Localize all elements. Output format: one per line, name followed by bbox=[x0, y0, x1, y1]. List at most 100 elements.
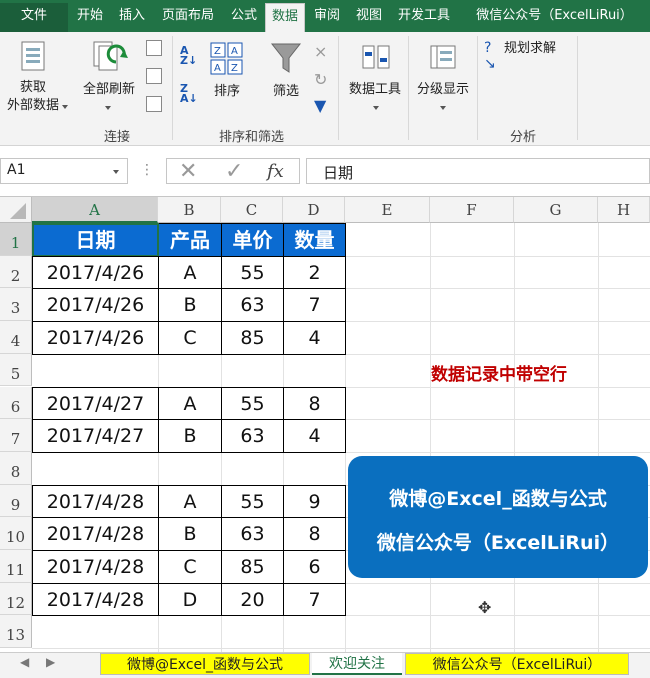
tab-insert[interactable]: 插入 bbox=[112, 3, 152, 32]
row-header-3[interactable]: 3 bbox=[0, 288, 32, 322]
outline-button[interactable]: 分级显示 bbox=[410, 82, 476, 98]
column-header-d[interactable]: D bbox=[283, 197, 345, 223]
column-header-e[interactable]: E bbox=[345, 197, 430, 223]
sort-za-icon[interactable]: Z A↓ bbox=[180, 83, 202, 106]
advanced-filter-icon[interactable]: ▼ bbox=[314, 96, 334, 116]
table-cell[interactable]: 2017/4/26 bbox=[32, 288, 159, 323]
column-header-f[interactable]: F bbox=[430, 197, 514, 223]
table-cell[interactable]: 2017/4/28 bbox=[32, 517, 159, 551]
table-cell[interactable]: 63 bbox=[221, 419, 284, 453]
tab-home[interactable]: 开始 bbox=[70, 3, 110, 32]
table-cell[interactable]: 2017/4/28 bbox=[32, 484, 159, 519]
table-cell[interactable]: 9 bbox=[283, 484, 346, 519]
row-header-1[interactable]: 1 bbox=[0, 223, 32, 256]
row-header-9[interactable]: 9 bbox=[0, 484, 32, 518]
table-cell[interactable]: 55 bbox=[221, 255, 284, 290]
reapply-filter-icon[interactable]: ↻ bbox=[314, 70, 334, 90]
tab-view[interactable]: 视图 bbox=[349, 3, 389, 32]
table-cell[interactable]: 4 bbox=[283, 419, 346, 453]
table-cell[interactable]: A bbox=[158, 255, 222, 290]
cancel-icon[interactable]: ✕ bbox=[179, 159, 197, 184]
scroll-left-icon[interactable]: ◀ bbox=[20, 655, 29, 669]
insert-function-icon[interactable]: fx bbox=[267, 161, 284, 182]
solver-button[interactable]: 规划求解 bbox=[504, 41, 574, 57]
sheet-tab-wechat[interactable]: 微信公众号（ExcelLiRui） bbox=[405, 653, 629, 675]
table-cell[interactable]: A bbox=[158, 484, 222, 519]
table-cell[interactable]: 8 bbox=[283, 517, 346, 551]
chevron-down-icon[interactable] bbox=[440, 106, 446, 110]
tab-file[interactable]: 文件 bbox=[0, 3, 68, 32]
table-cell[interactable]: 55 bbox=[221, 386, 284, 421]
table-cell[interactable]: 2017/4/26 bbox=[32, 255, 159, 290]
select-all-button[interactable] bbox=[0, 197, 32, 223]
tab-page-layout[interactable]: 页面布局 bbox=[154, 3, 222, 32]
chevron-down-icon[interactable] bbox=[373, 106, 379, 110]
tab-developer[interactable]: 开发工具 bbox=[391, 3, 457, 32]
column-header-a[interactable]: A bbox=[32, 197, 158, 223]
table-cell[interactable]: B bbox=[158, 419, 222, 453]
column-header-c[interactable]: C bbox=[221, 197, 283, 223]
column-header-b[interactable]: B bbox=[158, 197, 221, 223]
table-cell[interactable]: 85 bbox=[221, 321, 284, 355]
row-header-11[interactable]: 11 bbox=[0, 550, 32, 583]
chevron-down-icon[interactable] bbox=[105, 106, 111, 110]
get-external-data-label-2[interactable]: 外部数据 bbox=[0, 98, 66, 114]
sheet-tab-welcome[interactable]: 欢迎关注 bbox=[312, 653, 402, 675]
table-cell[interactable]: D bbox=[158, 582, 222, 617]
row-header-6[interactable]: 6 bbox=[0, 386, 32, 420]
data-tools-button[interactable]: 数据工具 bbox=[342, 82, 408, 98]
connections-icon[interactable] bbox=[146, 40, 162, 56]
table-cell[interactable]: 63 bbox=[221, 288, 284, 323]
table-cell[interactable]: 6 bbox=[283, 550, 346, 584]
row-header-10[interactable]: 10 bbox=[0, 517, 32, 550]
column-header-h[interactable]: H bbox=[598, 197, 650, 223]
table-cell[interactable]: C bbox=[158, 550, 222, 584]
table-cell[interactable]: 2017/4/27 bbox=[32, 419, 159, 453]
table-cell[interactable]: 2017/4/26 bbox=[32, 321, 159, 355]
filter-button[interactable]: 筛选 bbox=[266, 84, 306, 100]
column-header-g[interactable]: G bbox=[514, 197, 598, 223]
table-cell[interactable]: 55 bbox=[221, 484, 284, 519]
table-cell[interactable]: B bbox=[158, 517, 222, 551]
table-cell[interactable]: A bbox=[158, 386, 222, 421]
name-box[interactable]: A1 bbox=[0, 158, 128, 184]
row-header-12[interactable]: 12 bbox=[0, 582, 32, 616]
clear-filter-icon[interactable]: ⨯ bbox=[314, 42, 334, 62]
refresh-all-button[interactable]: 全部刷新 bbox=[74, 82, 144, 98]
tab-data[interactable]: 数据 bbox=[265, 3, 305, 32]
table-cell[interactable]: C bbox=[158, 321, 222, 355]
table-cell[interactable]: 2017/4/28 bbox=[32, 582, 159, 617]
row-header-4[interactable]: 4 bbox=[0, 321, 32, 354]
row-header-5[interactable]: 5 bbox=[0, 353, 32, 387]
table-header-cell[interactable]: 产品 bbox=[158, 223, 222, 257]
tab-formulas[interactable]: 公式 bbox=[224, 3, 264, 32]
table-cell[interactable]: 20 bbox=[221, 582, 284, 617]
table-header-cell[interactable]: 数量 bbox=[283, 223, 346, 257]
row-header-2[interactable]: 2 bbox=[0, 255, 32, 289]
formula-input[interactable]: 日期 bbox=[306, 158, 650, 184]
get-external-data-label-1[interactable]: 获取 bbox=[0, 80, 66, 96]
table-cell[interactable]: 63 bbox=[221, 517, 284, 551]
table-cell[interactable]: 4 bbox=[283, 321, 346, 355]
tab-wechat[interactable]: 微信公众号（ExcelLiRui） bbox=[459, 3, 650, 32]
table-cell[interactable]: B bbox=[158, 288, 222, 323]
tab-review[interactable]: 审阅 bbox=[307, 3, 347, 32]
chevron-down-icon[interactable] bbox=[113, 170, 119, 174]
row-header-13[interactable]: 13 bbox=[0, 615, 32, 649]
table-cell[interactable]: 7 bbox=[283, 288, 346, 323]
enter-icon[interactable]: ✓ bbox=[225, 159, 243, 184]
scroll-right-icon[interactable]: ▶ bbox=[46, 655, 55, 669]
table-header-cell[interactable]: 单价 bbox=[221, 223, 284, 257]
table-cell[interactable]: 8 bbox=[283, 386, 346, 421]
table-cell[interactable]: 7 bbox=[283, 582, 346, 617]
row-header-8[interactable]: 8 bbox=[0, 451, 32, 485]
sort-button[interactable]: 排序 bbox=[207, 84, 247, 100]
row-header-7[interactable]: 7 bbox=[0, 419, 32, 452]
edit-links-icon[interactable] bbox=[146, 96, 162, 112]
properties-icon[interactable] bbox=[146, 68, 162, 84]
table-cell[interactable]: 85 bbox=[221, 550, 284, 584]
sheet-tab-weibo[interactable]: 微博@Excel_函数与公式 bbox=[100, 653, 310, 675]
table-cell[interactable]: 2017/4/27 bbox=[32, 386, 159, 421]
sort-az-icon[interactable]: A Z↓ bbox=[180, 45, 202, 68]
table-cell[interactable]: 2017/4/28 bbox=[32, 550, 159, 584]
